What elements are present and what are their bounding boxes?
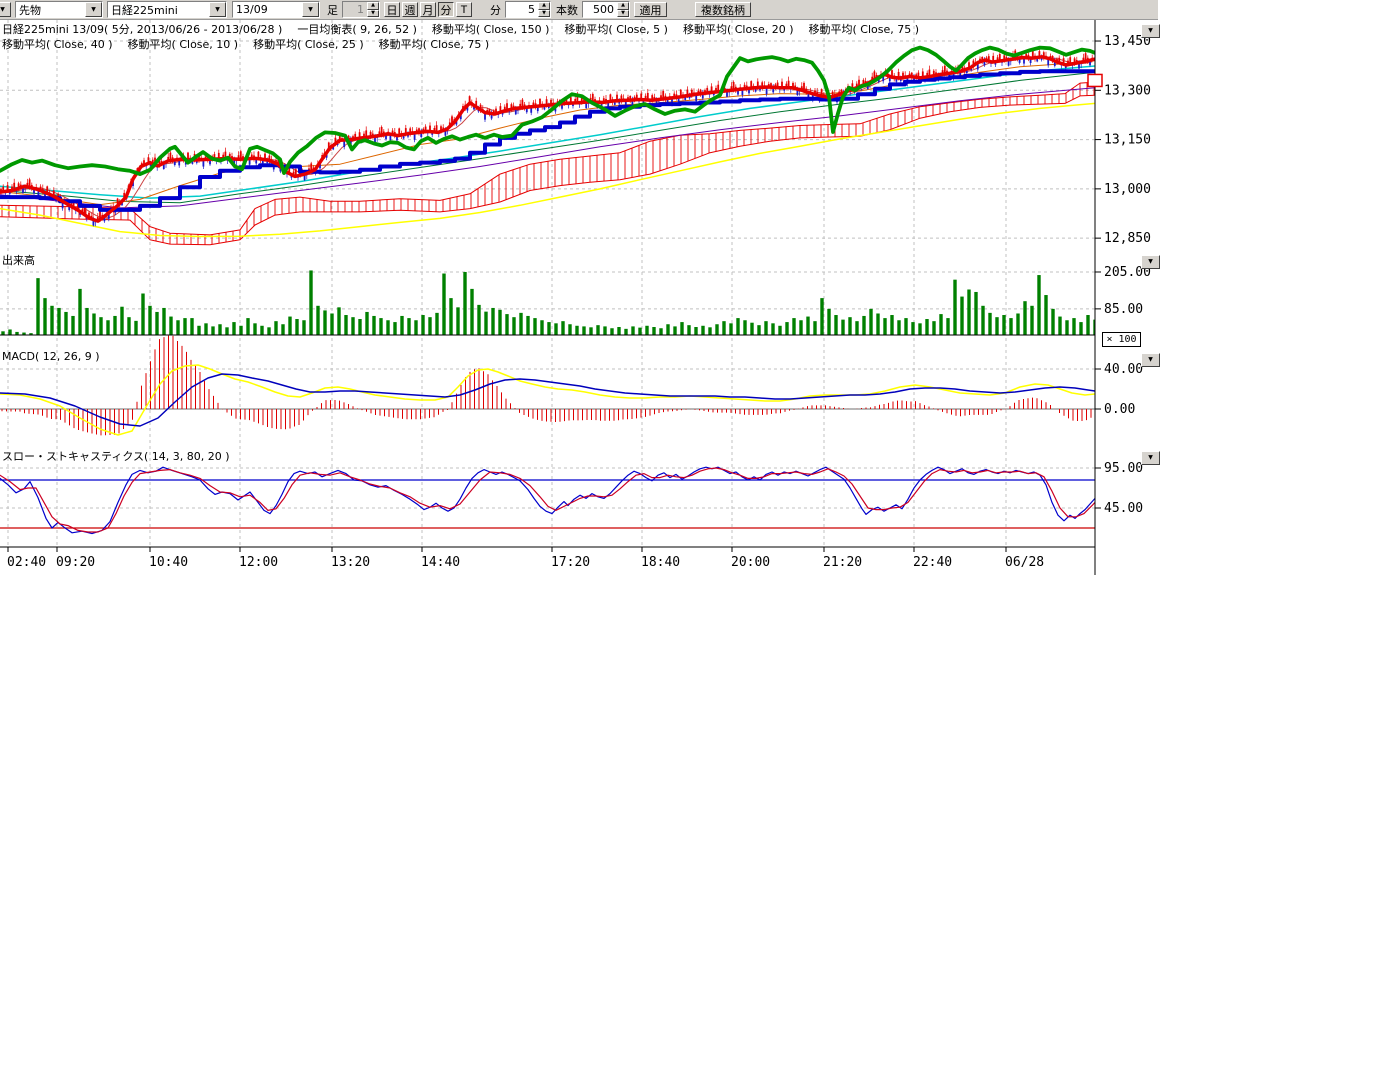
svg-text:17:20: 17:20: [551, 555, 590, 570]
legend-item: 移動平均( Close, 20 ): [683, 23, 794, 36]
chart-legend-row-1: 日経225mini 13/09( 5分, 2013/06/26 - 2013/0…: [2, 21, 934, 37]
svg-text:0.00: 0.00: [1104, 402, 1135, 417]
svg-text:02:40: 02:40: [7, 555, 46, 570]
svg-text:20:00: 20:00: [731, 555, 770, 570]
svg-text:40.00: 40.00: [1104, 362, 1143, 377]
legend-item: 移動平均( Close, 75 ): [379, 38, 490, 51]
chart-legend-row-2: 移動平均( Close, 40 ) 移動平均( Close, 10 ) 移動平均( …: [2, 36, 504, 52]
trading-app-window: { "toolbar": { "edge_combo_icon": "▼", "…: [0, 0, 1388, 1076]
chart-canvas[interactable]: 13,45013,30013,15013,00012,850205.0085.0…: [0, 0, 1180, 600]
stochastics-panel-label: スロー・ストキャスティクス( 14, 3, 80, 20 ): [2, 448, 230, 464]
legend-item: 移動平均( Close, 25 ): [253, 38, 364, 51]
svg-text:21:20: 21:20: [823, 555, 862, 570]
svg-text:22:40: 22:40: [913, 555, 952, 570]
volume-panel-label: 出来高: [2, 252, 35, 268]
svg-text:13:20: 13:20: [331, 555, 370, 570]
svg-text:12:00: 12:00: [239, 555, 278, 570]
stoch-panel-collapse-button[interactable]: ▼: [1141, 451, 1160, 465]
svg-text:09:20: 09:20: [56, 555, 95, 570]
legend-item: 日経225mini 13/09( 5分, 2013/06/26 - 2013/0…: [2, 23, 282, 36]
legend-item: 移動平均( Close, 10 ): [128, 38, 239, 51]
legend-item: 移動平均( Close, 5 ): [564, 23, 668, 36]
macd-panel-label: MACD( 12, 26, 9 ): [2, 350, 100, 363]
svg-text:13,300: 13,300: [1104, 83, 1151, 98]
price-panel-collapse-button[interactable]: ▼: [1141, 24, 1160, 38]
legend-item: 移動平均( Close, 40 ): [2, 38, 113, 51]
volume-multiplier-badge: × 100: [1102, 332, 1141, 347]
svg-text:10:40: 10:40: [149, 555, 188, 570]
svg-text:45.00: 45.00: [1104, 501, 1143, 516]
svg-text:13,000: 13,000: [1104, 182, 1151, 197]
svg-text:14:40: 14:40: [421, 555, 460, 570]
legend-item: 移動平均( Close, 75 ): [809, 23, 920, 36]
svg-text:95.00: 95.00: [1104, 461, 1143, 476]
macd-panel-collapse-button[interactable]: ▼: [1141, 353, 1160, 367]
svg-text:18:40: 18:40: [641, 555, 680, 570]
svg-text:13,150: 13,150: [1104, 133, 1151, 148]
volume-panel-collapse-button[interactable]: ▼: [1141, 255, 1160, 269]
legend-item: 移動平均( Close, 150 ): [432, 23, 550, 36]
svg-text:85.00: 85.00: [1104, 302, 1143, 317]
svg-text:12,850: 12,850: [1104, 231, 1151, 246]
svg-text:06/28: 06/28: [1005, 555, 1044, 570]
legend-item: 一目均衡表( 9, 26, 52 ): [297, 23, 417, 36]
